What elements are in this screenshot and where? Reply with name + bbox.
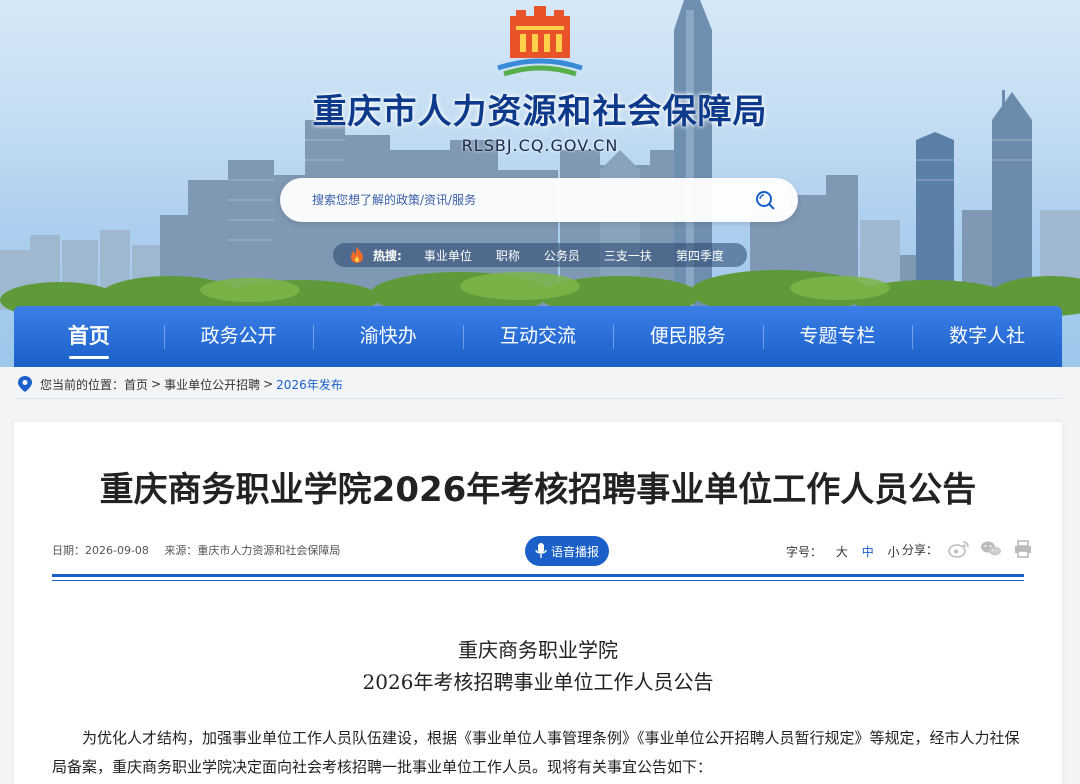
- breadcrumb-separator: >: [263, 377, 274, 391]
- nav-item-label: 政务公开: [200, 325, 277, 347]
- breadcrumb-separator: >: [151, 377, 162, 391]
- hot-search-bar: 热搜: 事业单位 职称 公务员 三支一扶 第四季度: [333, 243, 747, 267]
- nav-item-interaction[interactable]: 互动交流: [463, 306, 613, 367]
- microphone-icon: [535, 543, 547, 558]
- article-subtitle-line2: 2026年考核招聘事业单位工作人员公告: [362, 670, 714, 694]
- breadcrumb: 您当前的位置： 首页 > 事业单位公开招聘 > 2026年发布: [18, 374, 343, 394]
- article-title: 重庆商务职业学院2026年考核招聘事业单位工作人员公告: [99, 470, 977, 510]
- main-nav: 首页 政务公开 渝快办 互动交流 便民服务 专题专栏 数字人社: [14, 306, 1062, 367]
- nav-item-yukuaiban[interactable]: 渝快办: [313, 306, 463, 367]
- breadcrumb-current[interactable]: 2026年发布: [276, 376, 343, 393]
- hot-tag-sanzhiyifu[interactable]: 三支一扶: [592, 247, 664, 264]
- site-domain: RLSBJ.CQ.GOV.CN: [461, 136, 619, 155]
- nav-item-home[interactable]: 首页: [14, 306, 164, 367]
- weibo-icon[interactable]: [948, 540, 970, 558]
- search-bar: [280, 178, 798, 222]
- hot-tag-disijidu[interactable]: 第四季度: [664, 247, 736, 264]
- print-icon[interactable]: [1012, 540, 1034, 558]
- article-date: 日期：2026-09-08: [52, 544, 149, 557]
- font-size-control: 字号： 大 中 小: [786, 543, 900, 560]
- voice-broadcast-label: 语音播报: [550, 544, 599, 559]
- hot-tag-shiye[interactable]: 事业单位: [412, 247, 484, 264]
- font-size-label: 字号：: [786, 545, 823, 559]
- fire-icon: [351, 247, 363, 263]
- font-size-large[interactable]: 大: [836, 545, 848, 559]
- share-label: 分享：: [902, 542, 939, 557]
- title-divider-thin: [52, 580, 1024, 581]
- site-header: 重庆市人力资源和社会保障局 RLSBJ.CQ.GOV.CN 热搜: 事业单位 职…: [0, 0, 1080, 367]
- bureau-logo: [497, 6, 583, 77]
- nav-item-label: 便民服务: [649, 325, 726, 347]
- nav-item-label: 数字人社: [949, 325, 1026, 347]
- article-paragraph: 为优化人才结构，加强事业单位工作人员队伍建设，根据《事业单位人事管理条例》《事业…: [52, 729, 1020, 776]
- title-divider-thick: [52, 574, 1024, 577]
- site-title: 重庆市人力资源和社会保障局: [312, 92, 768, 132]
- nav-item-label: 互动交流: [500, 325, 577, 347]
- share-control: 分享：: [902, 540, 1034, 558]
- nav-item-government-affairs[interactable]: 政务公开: [163, 306, 314, 367]
- article-card: 重庆商务职业学院2026年考核招聘事业单位工作人员公告 日期：2026-09-0…: [14, 422, 1062, 784]
- search-input[interactable]: [312, 190, 732, 210]
- article-meta: 日期：2026-09-08 来源：重庆市人力资源和社会保障局: [52, 542, 352, 558]
- hot-search-label: 热搜:: [373, 248, 402, 263]
- font-size-small[interactable]: 小: [888, 545, 900, 559]
- nav-item-label: 首页: [67, 324, 110, 348]
- breadcrumb-recruitment[interactable]: 事业单位公开招聘: [164, 376, 260, 393]
- location-pin-icon: [18, 376, 32, 392]
- article-source: 来源：重庆市人力资源和社会保障局: [164, 544, 341, 557]
- breadcrumb-divider: [14, 398, 1062, 399]
- voice-broadcast-button[interactable]: 语音播报: [525, 536, 609, 566]
- hot-tag-zhicheng[interactable]: 职称: [484, 247, 532, 264]
- active-underline: [68, 356, 109, 359]
- hot-tag-gongwuyuan[interactable]: 公务员: [532, 247, 592, 264]
- breadcrumb-prefix: 您当前的位置：: [40, 377, 125, 392]
- nav-item-label: 渝快办: [359, 325, 417, 347]
- search-icon[interactable]: [754, 189, 776, 211]
- nav-item-digital-hrss[interactable]: 数字人社: [912, 306, 1062, 367]
- nav-item-label: 专题专栏: [799, 325, 876, 347]
- wechat-icon[interactable]: [980, 540, 1002, 558]
- nav-item-public-services[interactable]: 便民服务: [612, 306, 763, 367]
- article-subtitle-line1: 重庆商务职业学院: [458, 638, 618, 662]
- font-size-medium[interactable]: 中: [862, 545, 874, 559]
- nav-item-special-topics[interactable]: 专题专栏: [762, 306, 913, 367]
- breadcrumb-home[interactable]: 首页: [124, 376, 148, 393]
